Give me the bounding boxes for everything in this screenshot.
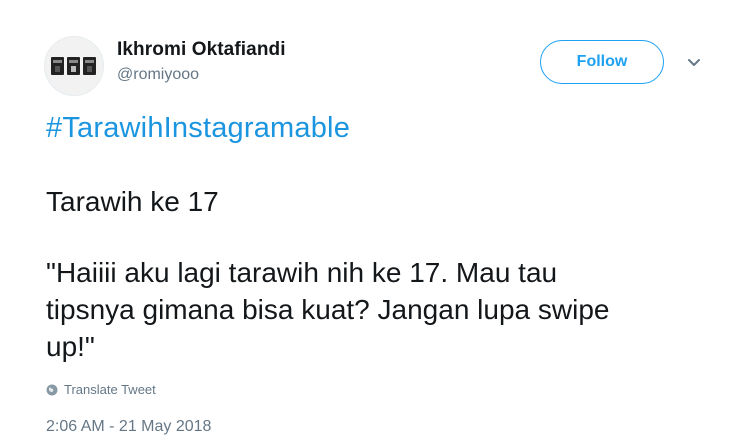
avatar-image xyxy=(45,37,103,95)
translate-label[interactable]: Translate Tweet xyxy=(64,382,156,397)
avatar[interactable] xyxy=(44,36,104,96)
globe-icon xyxy=(46,384,58,395)
tweet-quote-line: up!" xyxy=(46,331,95,362)
user-handle[interactable]: @romiyooo xyxy=(117,66,199,84)
tweet-timestamp[interactable]: 2:06 AM - 21 May 2018 xyxy=(46,418,211,436)
user-name[interactable]: Ikhromi Oktafiandi xyxy=(117,39,286,61)
tweet-quote: "Haiiii aku lagi tarawih nih ke 17. Mau … xyxy=(46,254,716,365)
hashtag-link[interactable]: #TarawihInstagramable xyxy=(46,112,350,145)
tweet-quote-line: "Haiiii aku lagi tarawih nih ke 17. Mau … xyxy=(46,257,558,288)
translate-tweet-link[interactable]: Translate Tweet xyxy=(46,382,156,397)
tweet-text-line: Tarawih ke 17 xyxy=(46,186,219,217)
follow-button[interactable]: Follow xyxy=(540,40,664,84)
chevron-down-icon[interactable] xyxy=(686,56,702,68)
tweet-quote-line: tipsnya gimana bisa kuat? Jangan lupa sw… xyxy=(46,294,610,325)
